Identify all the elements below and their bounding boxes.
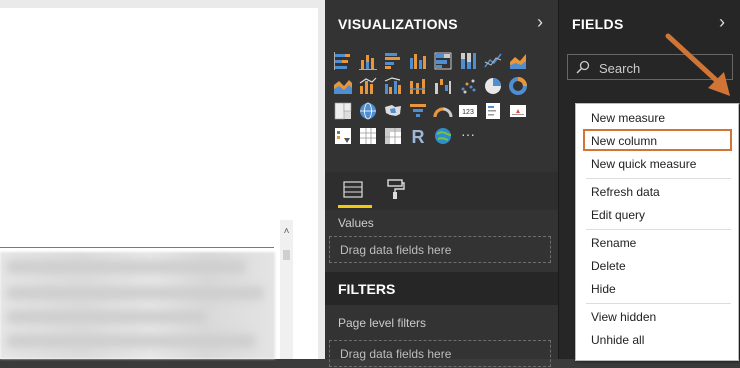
search-placeholder: Search (599, 61, 641, 76)
visualizations-header: VISUALIZATIONS › (325, 0, 558, 48)
scroll-up-icon[interactable]: ˄ (280, 226, 293, 237)
visualizations-pane: VISUALIZATIONS › 123 R ··· Values Drag d… (325, 0, 558, 367)
format-paint-roller-icon[interactable] (385, 178, 405, 200)
search-icon (576, 60, 590, 74)
collapse-visualizations-icon[interactable]: › (537, 12, 543, 33)
menu-item-new-quick-measure[interactable]: New quick measure (591, 157, 696, 171)
filled-map-icon[interactable] (382, 100, 404, 122)
page-level-filters-label: Page level filters (338, 316, 427, 330)
context-menu: New measure New column New quick measure… (575, 103, 739, 361)
menu-separator (586, 303, 731, 304)
menu-item-new-column[interactable]: New column (591, 134, 657, 148)
more-visuals-icon[interactable]: ··· (457, 125, 479, 147)
menu-separator (586, 178, 731, 179)
svg-text:R: R (412, 127, 425, 147)
values-drop-zone[interactable]: Drag data fields here (329, 236, 551, 263)
kpi-icon[interactable] (507, 100, 529, 122)
svg-text:123: 123 (462, 109, 474, 116)
active-tab-indicator (338, 205, 372, 208)
visual-border-line (0, 247, 274, 248)
multi-row-card-icon[interactable] (482, 100, 504, 122)
filters-header: FILTERS (325, 272, 558, 305)
100-percent-stacked-bar-icon[interactable] (432, 50, 454, 72)
vertical-scrollbar[interactable]: ˄ (280, 220, 293, 359)
arcgis-map-icon[interactable] (432, 125, 454, 147)
scatter-chart-icon[interactable] (457, 75, 479, 97)
r-script-visual-icon[interactable]: R (407, 125, 429, 147)
menu-item-hide[interactable]: Hide (591, 282, 616, 296)
donut-chart-icon[interactable] (507, 75, 529, 97)
funnel-icon[interactable] (407, 100, 429, 122)
report-canvas: ˄ (0, 0, 325, 359)
menu-item-rename[interactable]: Rename (591, 236, 636, 250)
scroll-thumb[interactable] (283, 250, 290, 260)
waterfall-chart-icon[interactable] (432, 75, 454, 97)
values-well-label: Values (338, 216, 374, 230)
clustered-bar-chart-icon[interactable] (382, 50, 404, 72)
filters-title: FILTERS (338, 281, 396, 297)
stacked-column-chart-icon[interactable] (357, 50, 379, 72)
svg-text:···: ··· (461, 126, 475, 142)
blurred-table-visual[interactable] (0, 252, 275, 359)
treemap-icon[interactable] (332, 100, 354, 122)
stacked-bar-chart-icon[interactable] (332, 50, 354, 72)
clustered-column-chart-icon[interactable] (407, 50, 429, 72)
menu-item-edit-query[interactable]: Edit query (591, 208, 645, 222)
fields-tab-icon[interactable] (343, 180, 363, 200)
map-icon[interactable] (357, 100, 379, 122)
matrix-icon[interactable] (382, 125, 404, 147)
fields-title: FIELDS (572, 16, 624, 32)
slicer-icon[interactable] (332, 125, 354, 147)
menu-item-refresh-data[interactable]: Refresh data (591, 185, 660, 199)
menu-item-view-hidden[interactable]: View hidden (591, 310, 656, 324)
stacked-area-chart-icon[interactable] (332, 75, 354, 97)
ribbon-chart-icon[interactable] (407, 75, 429, 97)
gauge-icon[interactable] (432, 100, 454, 122)
menu-item-unhide-all[interactable]: Unhide all (591, 333, 644, 347)
line-and-clustered-column-icon[interactable] (382, 75, 404, 97)
visualizations-title: VISUALIZATIONS (338, 16, 458, 32)
annotation-arrow-icon (665, 33, 730, 96)
menu-item-new-measure[interactable]: New measure (591, 111, 665, 125)
line-and-stacked-column-icon[interactable] (357, 75, 379, 97)
table-icon[interactable] (357, 125, 379, 147)
card-icon[interactable]: 123 (457, 100, 479, 122)
menu-item-delete[interactable]: Delete (591, 259, 626, 273)
visual-well-tabs (325, 172, 558, 210)
area-chart-icon[interactable] (507, 50, 529, 72)
menu-separator (586, 229, 731, 230)
line-chart-icon[interactable] (482, 50, 504, 72)
page-filters-drop-zone[interactable]: Drag data fields here (329, 340, 551, 367)
100-percent-stacked-column-icon[interactable] (457, 50, 479, 72)
pie-chart-icon[interactable] (482, 75, 504, 97)
